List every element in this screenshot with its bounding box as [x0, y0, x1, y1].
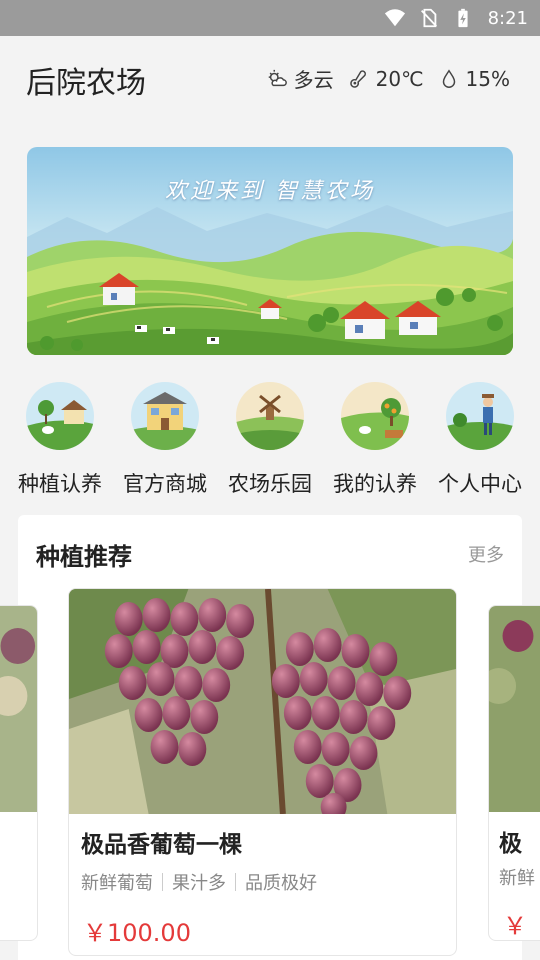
nav-label: 我的认养 — [333, 472, 417, 496]
nav-item-personal-center[interactable]: 个人中心 — [425, 380, 535, 498]
grape-product-image — [69, 589, 456, 814]
product-card-next[interactable]: 极 新鲜 ￥ — [488, 605, 540, 941]
tag-divider — [235, 873, 236, 891]
thermometer-icon — [349, 69, 366, 88]
product-price: ￥100.00 — [83, 919, 191, 947]
product-tag: 品质极好 — [245, 873, 317, 894]
product-name: 极 — [499, 831, 522, 857]
tag-divider — [162, 873, 163, 891]
planting-adopt-icon — [26, 382, 94, 450]
weather-temperature: 20℃ — [375, 66, 424, 91]
weather-condition: 多云 — [293, 68, 334, 92]
nav-label: 个人中心 — [438, 472, 522, 496]
more-link[interactable]: 更多 — [468, 541, 504, 567]
weather-bar: 多云 20℃ 15% — [266, 64, 510, 93]
product-name: 极品香葡萄一棵 — [81, 832, 242, 858]
farm-park-icon — [236, 382, 304, 450]
wifi-icon — [384, 9, 405, 27]
section-title: 种植推荐 — [36, 543, 132, 571]
product-card[interactable]: 极品香葡萄一棵 新鲜葡萄 果汁多 品质极好 ￥100.00 — [68, 588, 457, 956]
product-tag: 新鲜葡萄 — [81, 873, 153, 894]
product-image — [489, 606, 540, 812]
status-bar: 8:21 — [0, 0, 540, 36]
app-header: 后院农场 多云 20℃ 15% — [0, 36, 540, 124]
nav-label: 农场乐园 — [228, 472, 312, 496]
weather-humidity: 15% — [465, 66, 510, 91]
product-tag: 新鲜 — [499, 868, 535, 889]
partly-cloudy-icon — [268, 69, 287, 86]
nav-item-my-adopt[interactable]: 我的认养 — [320, 380, 430, 498]
product-tag: 果汁多 — [172, 873, 226, 894]
humidity-drop-icon — [442, 68, 455, 88]
official-mall-icon — [131, 382, 199, 450]
nav-item-farm-park[interactable]: 农场乐园 — [215, 380, 325, 498]
personal-center-icon — [446, 382, 514, 450]
product-image — [0, 606, 37, 812]
nav-label: 官方商城 — [123, 472, 207, 496]
banner[interactable]: 欢迎来到 智慧农场 — [27, 147, 513, 355]
product-tags: 新鲜葡萄 果汁多 品质极好 — [81, 869, 317, 895]
recommend-section: 种植推荐 更多 极品香葡萄一棵 新鲜葡萄 果汁多 品质极好 ￥100.00 极 … — [0, 515, 540, 960]
product-card-prev[interactable] — [0, 605, 38, 941]
nav-label: 种植认养 — [18, 472, 102, 496]
battery-charging-icon — [457, 8, 468, 28]
my-adopt-icon — [341, 382, 409, 450]
product-tags: 新鲜 — [499, 864, 535, 890]
nav-item-planting-adopt[interactable]: 种植认养 — [5, 380, 115, 498]
quick-nav: 种植认养 官方商城 农场乐园 我的认养 个人中心 — [0, 380, 540, 498]
no-sim-icon — [420, 8, 437, 28]
status-time: 8:21 — [487, 7, 528, 29]
nav-item-official-mall[interactable]: 官方商城 — [110, 380, 220, 498]
app-title: 后院农场 — [26, 66, 146, 101]
banner-title: 欢迎来到 智慧农场 — [165, 179, 375, 204]
product-price: ￥ — [503, 912, 527, 940]
